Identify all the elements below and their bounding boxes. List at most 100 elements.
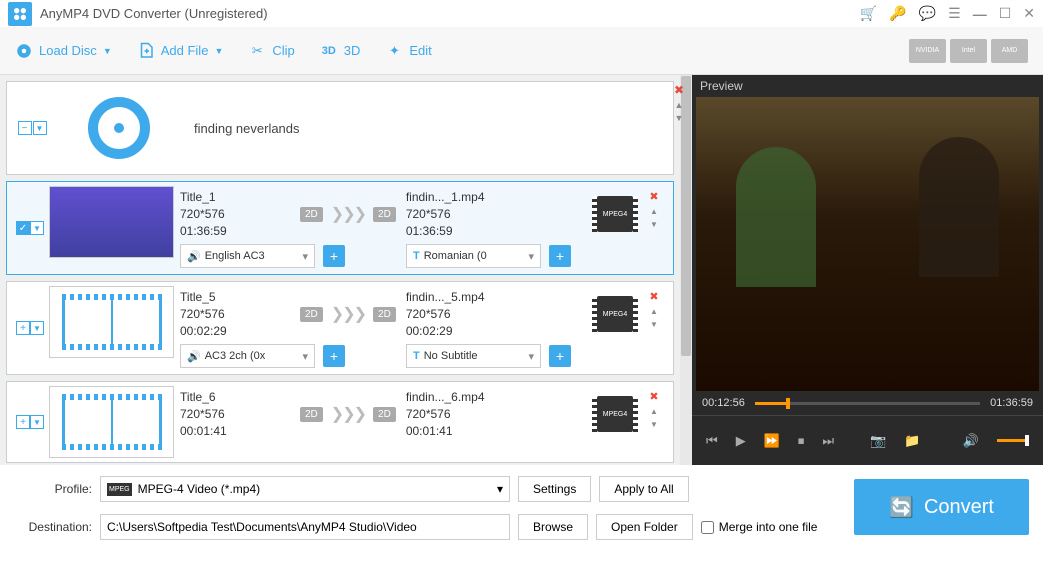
text-icon: T xyxy=(413,250,420,262)
move-up-button[interactable]: ▲ xyxy=(650,307,658,316)
seek-slider[interactable] xyxy=(755,402,980,405)
speaker-icon: 🔊 xyxy=(187,350,201,363)
clip-button[interactable]: ✂ Clip xyxy=(248,42,294,60)
add-audio-button[interactable]: + xyxy=(323,345,345,367)
chevron-down-icon: ▼ xyxy=(103,46,112,56)
title-thumbnail xyxy=(49,186,174,258)
text-icon: T xyxy=(413,350,420,362)
destination-input[interactable]: C:\Users\Softpedia Test\Documents\AnyMP4… xyxy=(100,514,510,540)
title-thumbnail xyxy=(49,286,174,358)
move-down-button[interactable]: ▼ xyxy=(650,420,658,429)
subtitle-dropdown[interactable]: T No Subtitle▾ xyxy=(406,344,541,368)
load-disc-button[interactable]: Load Disc ▼ xyxy=(15,42,112,60)
move-down-button[interactable]: ▼ xyxy=(650,220,658,229)
preview-video[interactable] xyxy=(696,97,1039,391)
snapshot-folder-button[interactable]: 📁 xyxy=(904,433,920,449)
dropdown-toggle[interactable]: ▼ xyxy=(33,121,47,135)
dropdown-toggle[interactable]: ▼ xyxy=(30,321,44,335)
total-time: 01:36:59 xyxy=(990,397,1033,409)
2d-badge-src[interactable]: 2D xyxy=(300,407,323,422)
stop-button[interactable]: ⏹ xyxy=(798,433,805,449)
dropdown-toggle[interactable]: ▼ xyxy=(30,415,44,429)
arrow-icon: ❯❯❯ xyxy=(331,404,365,424)
convert-icon: 🔄 xyxy=(889,495,914,520)
2d-badge-dst[interactable]: 2D xyxy=(373,307,396,322)
2d-badge-dst[interactable]: 2D xyxy=(373,407,396,422)
chevron-down-icon: ▼ xyxy=(214,46,223,56)
settings-button[interactable]: Settings xyxy=(518,476,591,502)
gpu-nvidia-badge: NVIDIA xyxy=(909,39,946,63)
volume-slider[interactable] xyxy=(997,439,1029,442)
codec-icon[interactable]: MPEG4 xyxy=(597,196,633,232)
minimize-button[interactable]: — xyxy=(973,6,987,22)
preview-label: Preview xyxy=(692,75,1043,97)
audio-dropdown[interactable]: 🔊 AC3 2ch (0x▾ xyxy=(180,344,315,368)
move-up-button[interactable]: ▲ xyxy=(650,207,658,216)
menu-icon[interactable]: ☰ xyxy=(948,5,961,22)
2d-badge-dst[interactable]: 2D xyxy=(373,207,396,222)
codec-icon[interactable]: MPEG4 xyxy=(597,396,633,432)
key-icon[interactable]: 🔑 xyxy=(889,5,906,22)
collapse-button[interactable]: − xyxy=(18,121,32,135)
title-row[interactable]: + ▼ Title_6720*57600:01:41 2D ❯❯❯ 2D fin… xyxy=(6,381,674,463)
dest-info: findin..._5.mp4720*57600:02:29 xyxy=(406,289,526,340)
remove-title-button[interactable]: ✖ xyxy=(649,290,658,303)
file-plus-icon xyxy=(137,42,155,60)
fast-forward-button[interactable]: ⏩ xyxy=(764,433,780,449)
source-info: Title_6720*57600:01:41 xyxy=(180,389,300,440)
remove-title-button[interactable]: ✖ xyxy=(649,390,658,403)
remove-disc-button[interactable]: ✖ xyxy=(674,83,684,97)
3d-button[interactable]: 3D 3D xyxy=(320,42,361,60)
subtitle-dropdown[interactable]: T Romanian (0▾ xyxy=(406,244,541,268)
move-up-button[interactable]: ▲ xyxy=(675,100,684,110)
open-folder-button[interactable]: Open Folder xyxy=(596,514,693,540)
snapshot-button[interactable]: 📷 xyxy=(870,433,886,449)
play-button[interactable]: ▶ xyxy=(736,433,746,449)
title-row[interactable]: + ▼ Title_5720*57600:02:29 2D ❯❯❯ 2D fin… xyxy=(6,281,674,375)
add-subtitle-button[interactable]: + xyxy=(549,345,571,367)
close-button[interactable]: ✕ xyxy=(1023,5,1035,22)
title-row[interactable]: ✓ ▼ Title_1720*57601:36:59 2D ❯❯❯ 2D fin… xyxy=(6,181,674,275)
title-thumbnail xyxy=(49,386,174,458)
add-subtitle-button[interactable]: + xyxy=(549,245,571,267)
add-file-button[interactable]: Add File ▼ xyxy=(137,42,224,60)
dropdown-toggle[interactable]: ▼ xyxy=(30,221,44,235)
cart-icon[interactable]: 🛒 xyxy=(860,5,877,22)
3d-icon: 3D xyxy=(320,42,338,60)
volume-icon[interactable]: 🔊 xyxy=(963,433,979,449)
arrow-icon: ❯❯❯ xyxy=(331,204,365,224)
edit-button[interactable]: ✦ Edit xyxy=(385,42,431,60)
disc-thumbnail xyxy=(51,88,186,168)
scissors-icon: ✂ xyxy=(248,42,266,60)
next-button[interactable]: ⏭ xyxy=(822,433,834,449)
feedback-icon[interactable]: 💬 xyxy=(919,5,936,22)
move-down-button[interactable]: ▼ xyxy=(650,320,658,329)
remove-title-button[interactable]: ✖ xyxy=(649,190,658,203)
maximize-button[interactable]: ☐ xyxy=(999,5,1012,22)
2d-badge-src[interactable]: 2D xyxy=(300,307,323,322)
profile-dropdown[interactable]: MPEG MPEG-4 Video (*.mp4) ▾ xyxy=(100,476,510,502)
dest-info: findin..._1.mp4720*57601:36:59 xyxy=(406,189,526,240)
toolbar: Load Disc ▼ Add File ▼ ✂ Clip 3D 3D ✦ Ed… xyxy=(0,27,1043,75)
select-checkbox[interactable]: + xyxy=(16,321,30,335)
convert-button[interactable]: 🔄 Convert xyxy=(854,479,1029,535)
codec-icon[interactable]: MPEG4 xyxy=(597,296,633,332)
speaker-icon: 🔊 xyxy=(187,250,201,263)
merge-checkbox[interactable] xyxy=(701,521,714,534)
browse-button[interactable]: Browse xyxy=(518,514,588,540)
select-checkbox[interactable]: ✓ xyxy=(16,221,30,235)
scrollbar[interactable] xyxy=(680,75,692,465)
2d-badge-src[interactable]: 2D xyxy=(300,207,323,222)
window-title: AnyMP4 DVD Converter (Unregistered) xyxy=(40,6,860,21)
move-up-button[interactable]: ▲ xyxy=(650,407,658,416)
app-logo xyxy=(8,2,32,26)
wand-icon: ✦ xyxy=(385,42,403,60)
apply-all-button[interactable]: Apply to All xyxy=(599,476,688,502)
audio-dropdown[interactable]: 🔊 English AC3▾ xyxy=(180,244,315,268)
prev-button[interactable]: ⏮ xyxy=(706,433,718,449)
move-down-button[interactable]: ▼ xyxy=(675,113,684,123)
add-audio-button[interactable]: + xyxy=(323,245,345,267)
player-controls: ⏮ ▶ ⏩ ⏹ ⏭ 📷 📁 🔊 xyxy=(692,415,1043,465)
gpu-amd-badge: AMD xyxy=(991,39,1028,63)
select-checkbox[interactable]: + xyxy=(16,415,30,429)
